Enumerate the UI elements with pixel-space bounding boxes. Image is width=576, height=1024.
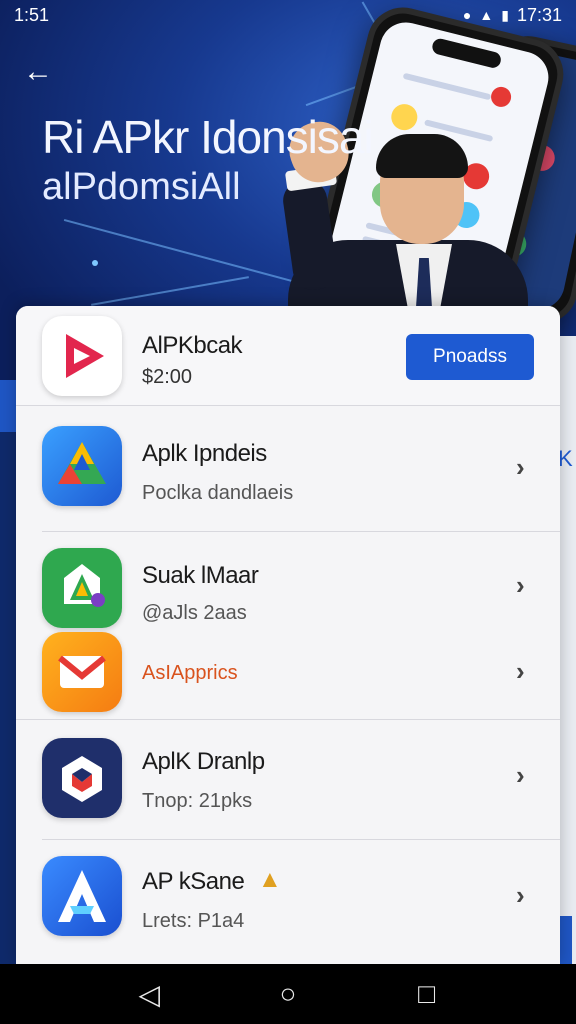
list-item[interactable]: Suak lMaar @aJls 2aas › bbox=[16, 532, 560, 632]
back-arrow-icon[interactable]: ← bbox=[20, 54, 56, 90]
app-meta: Poclka dandlaeis bbox=[142, 482, 294, 504]
app-list-card: AlPKbcak $2:00 Pnoadss Aplk Ipndeis Pocl… bbox=[16, 306, 560, 966]
wifi-icon: ● bbox=[462, 7, 472, 23]
side-panel-text: K bbox=[558, 446, 573, 471]
app-name: AplK Dranlp bbox=[142, 748, 265, 775]
system-nav-bar: ◁ ○ □ bbox=[0, 964, 576, 1024]
back-icon[interactable]: ◁ bbox=[129, 978, 169, 1011]
status-time-left: 1:51 bbox=[14, 4, 50, 25]
left-edge-accent bbox=[0, 380, 16, 432]
list-item[interactable]: Aplk Ipndeis Poclka dandlaeis › bbox=[16, 406, 560, 532]
chevron-right-icon: › bbox=[516, 656, 525, 686]
hero-subtitle: alPdomsiAll bbox=[42, 166, 241, 208]
drive-like-icon bbox=[42, 426, 122, 506]
play-icon bbox=[42, 316, 122, 396]
app-name: AP kSane bbox=[142, 868, 245, 895]
list-item[interactable]: AplK Dranlp Tnop: 21pks › bbox=[16, 720, 560, 840]
chevron-right-icon: › bbox=[516, 760, 525, 790]
home-icon[interactable]: ○ bbox=[268, 978, 308, 1010]
app-meta: AsIApprics bbox=[142, 662, 238, 684]
emoji-badge-icon: ▲ bbox=[258, 866, 282, 893]
app-name: Aplk Ipndeis bbox=[142, 440, 267, 467]
status-time-right: 17:31 bbox=[516, 4, 562, 25]
process-button[interactable]: Pnoadss bbox=[406, 334, 534, 380]
app-meta: Lrets: P1a4 bbox=[142, 910, 245, 932]
app-meta: Tnop: 21pks bbox=[142, 790, 253, 812]
featured-app-price: $2:00 bbox=[142, 366, 193, 388]
battery-icon: ▮ bbox=[501, 6, 509, 23]
hero-title: Ri APkr Idonsisai bbox=[42, 111, 374, 163]
presenter-illustration bbox=[268, 113, 528, 320]
chevron-right-icon: › bbox=[516, 570, 525, 600]
recents-icon[interactable]: □ bbox=[407, 978, 447, 1010]
featured-app-name: AlPKbcak bbox=[142, 332, 243, 359]
chevron-right-icon: › bbox=[516, 452, 525, 482]
app-name: Suak lMaar bbox=[142, 562, 259, 589]
green-a-icon bbox=[42, 548, 122, 628]
list-item[interactable]: AP kSane ▲ Lrets: P1a4 › bbox=[16, 840, 560, 966]
status-bar: 1:51 ● ▲ ▮ 17:31 bbox=[0, 0, 576, 30]
mail-icon bbox=[42, 632, 122, 712]
chevron-right-icon: › bbox=[516, 880, 525, 910]
shield-icon bbox=[42, 738, 122, 818]
a-logo-icon bbox=[42, 856, 122, 936]
signal-icon: ▲ bbox=[479, 7, 494, 23]
featured-app-row[interactable]: AlPKbcak $2:00 Pnoadss bbox=[16, 306, 560, 406]
list-item[interactable]: AsIApprics › bbox=[16, 622, 560, 720]
